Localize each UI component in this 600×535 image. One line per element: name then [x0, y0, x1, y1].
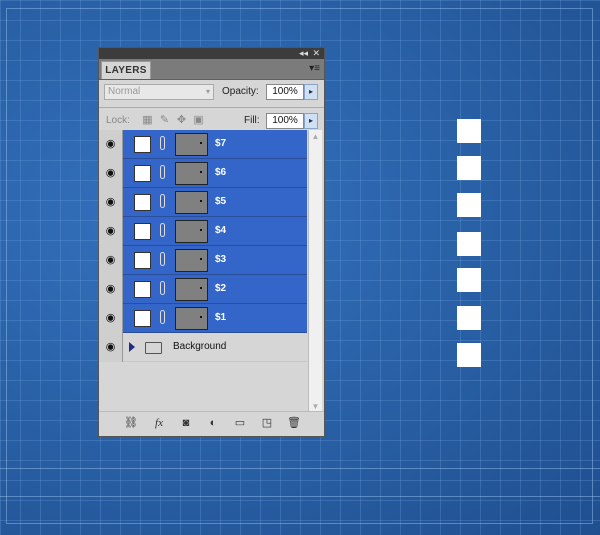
blend-row: Normal ▾ Opacity: 100% ▸ — [99, 80, 324, 107]
layer-group-row[interactable]: ◉ Background — [99, 333, 307, 362]
chevron-down-icon: ▾ — [205, 87, 210, 96]
white-square-2[interactable] — [457, 306, 481, 330]
layers-scrollbar[interactable]: ▲ ▼ — [308, 130, 322, 414]
panel-titlebar[interactable]: ◂◂ ✕ — [99, 48, 324, 59]
eye-icon[interactable]: ◉ — [99, 159, 123, 188]
eye-icon[interactable]: ◉ — [99, 130, 123, 159]
layer-mask-thumbnail — [134, 281, 151, 298]
layer-mask-thumbnail — [134, 165, 151, 182]
canvas-guide-line — [0, 468, 600, 469]
layer-name[interactable]: $4 — [215, 217, 226, 245]
eye-icon[interactable]: ◉ — [99, 333, 123, 362]
link-layers-icon[interactable]: ⛓ — [123, 416, 139, 430]
layer-thumbnail — [175, 278, 208, 301]
link-icon[interactable] — [160, 136, 165, 150]
layer-thumbnail — [175, 162, 208, 185]
white-square-1[interactable] — [457, 343, 481, 367]
layer-row[interactable]: ◉ $4 — [99, 217, 307, 246]
white-square-5[interactable] — [457, 193, 481, 217]
link-icon[interactable] — [160, 281, 165, 295]
lock-label: Lock: — [106, 115, 130, 126]
layer-mask-thumbnail — [134, 223, 151, 240]
layer-thumbnail — [175, 249, 208, 272]
layer-name[interactable]: $2 — [215, 275, 226, 303]
lock-icons: ▦ ✎ ✥ ▣ — [139, 113, 207, 126]
layer-row[interactable]: ◉ $5 — [99, 188, 307, 217]
lock-transparency-icon[interactable]: ▦ — [139, 113, 156, 126]
layer-mask-thumbnail — [134, 252, 151, 269]
link-icon[interactable] — [160, 223, 165, 237]
layer-name[interactable]: $3 — [215, 246, 226, 274]
lock-paint-icon[interactable]: ✎ — [156, 113, 173, 126]
fill-label: Fill: — [244, 115, 260, 126]
adjustment-icon[interactable]: ◐ — [205, 416, 221, 430]
scroll-up-icon[interactable]: ▲ — [309, 130, 322, 144]
new-layer-icon[interactable]: ◳ — [259, 416, 275, 430]
layer-row[interactable]: ◉ $7 — [99, 130, 307, 159]
layer-name[interactable]: $5 — [215, 188, 226, 216]
layer-mask-thumbnail — [134, 194, 151, 211]
white-square-7[interactable] — [457, 119, 481, 143]
eye-icon[interactable]: ◉ — [99, 188, 123, 217]
folder-icon — [145, 342, 162, 354]
eye-icon[interactable]: ◉ — [99, 246, 123, 275]
layer-thumbnail — [175, 191, 208, 214]
lock-all-icon[interactable]: ▣ — [190, 113, 207, 126]
panel-footer: ⛓ fx ◙ ◐ ▭ ◳ 🗑 — [99, 411, 324, 436]
blend-mode-select[interactable]: Normal ▾ — [104, 84, 214, 100]
lock-move-icon[interactable]: ✥ — [173, 113, 190, 126]
opacity-slider-icon[interactable]: ▸ — [304, 84, 318, 100]
expand-triangle-icon[interactable] — [129, 342, 135, 352]
layer-row[interactable]: ◉ $3 — [99, 246, 307, 275]
layers-list: ◉ $7 ◉ $6 ◉ $5 ◉ $4 ◉ $3 ◉ $2 ◉ $1 ◉ Bac — [99, 130, 307, 414]
fill-slider-icon[interactable]: ▸ — [304, 113, 318, 129]
layers-panel: ◂◂ ✕ LAYERS ▾≡ Normal ▾ Opacity: 100% ▸ … — [98, 47, 325, 437]
layer-name[interactable]: $7 — [215, 130, 226, 158]
layer-mask-thumbnail — [134, 136, 151, 153]
fx-icon[interactable]: fx — [151, 416, 167, 430]
white-square-3[interactable] — [457, 268, 481, 292]
trash-icon[interactable]: 🗑 — [286, 416, 302, 430]
opacity-label: Opacity: — [222, 86, 259, 97]
link-icon[interactable] — [160, 252, 165, 266]
layer-name[interactable]: $1 — [215, 304, 226, 332]
layer-thumbnail — [175, 307, 208, 330]
fill-field[interactable]: 100% — [266, 113, 304, 129]
layer-row[interactable]: ◉ $6 — [99, 159, 307, 188]
eye-icon[interactable]: ◉ — [99, 304, 123, 333]
layer-name[interactable]: $6 — [215, 159, 226, 187]
opacity-field[interactable]: 100% — [266, 84, 304, 100]
eye-icon[interactable]: ◉ — [99, 275, 123, 304]
layer-row[interactable]: ◉ $1 — [99, 304, 307, 333]
canvas-guide-line — [0, 496, 600, 497]
new-group-icon[interactable]: ▭ — [232, 416, 248, 430]
link-icon[interactable] — [160, 165, 165, 179]
layer-row[interactable]: ◉ $2 — [99, 275, 307, 304]
eye-icon[interactable]: ◉ — [99, 217, 123, 246]
collapse-icon[interactable]: ◂◂ — [299, 48, 308, 59]
layer-mask-thumbnail — [134, 310, 151, 327]
panel-tab-row: LAYERS ▾≡ — [99, 59, 324, 80]
white-square-4[interactable] — [457, 232, 481, 256]
layer-name[interactable]: Background — [173, 333, 226, 361]
blend-mode-value: Normal — [108, 86, 141, 97]
close-icon[interactable]: ✕ — [312, 48, 320, 59]
panel-menu-icon[interactable]: ▾≡ — [309, 63, 320, 75]
white-square-6[interactable] — [457, 156, 481, 180]
tab-layers[interactable]: LAYERS — [101, 61, 151, 79]
layer-thumbnail — [175, 220, 208, 243]
link-icon[interactable] — [160, 194, 165, 208]
add-mask-icon[interactable]: ◙ — [178, 416, 194, 430]
link-icon[interactable] — [160, 310, 165, 324]
layer-thumbnail — [175, 133, 208, 156]
